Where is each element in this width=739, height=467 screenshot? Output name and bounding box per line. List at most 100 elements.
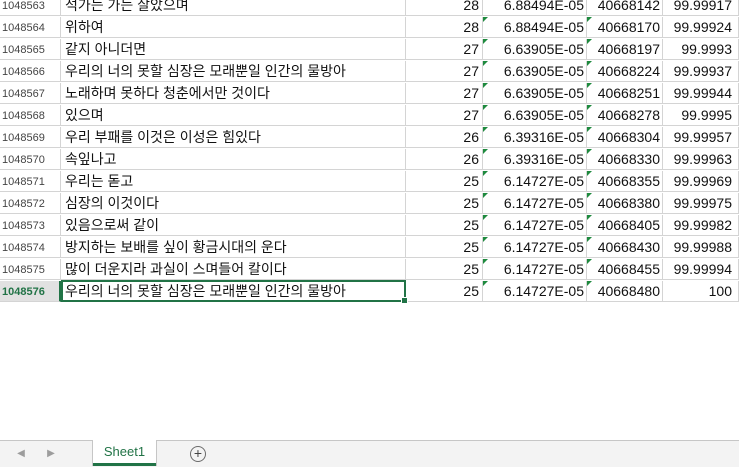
cell-count[interactable]: 27 <box>406 61 483 82</box>
cell-ratio[interactable]: 6.88494E-05 <box>483 0 587 16</box>
empty-cell[interactable] <box>587 325 663 346</box>
empty-cell[interactable] <box>483 347 587 368</box>
empty-cell[interactable] <box>483 369 587 390</box>
error-indicator-icon[interactable] <box>587 171 592 176</box>
cell-ratio[interactable]: 6.39316E-05 <box>483 149 587 170</box>
cell-cumulative[interactable]: 40668405 <box>587 215 663 236</box>
cell-count[interactable]: 25 <box>406 215 483 236</box>
empty-cell[interactable] <box>587 413 663 434</box>
cell-cumulative[interactable]: 40668380 <box>587 193 663 214</box>
cell-percent[interactable]: 100 <box>663 281 739 302</box>
error-indicator-icon[interactable] <box>483 149 488 154</box>
cell-ratio[interactable]: 6.14727E-05 <box>483 171 587 192</box>
row-header[interactable]: 1048572 <box>0 193 61 214</box>
cell-percent[interactable]: 99.99937 <box>663 61 739 82</box>
empty-cell[interactable] <box>663 347 739 368</box>
add-sheet-icon[interactable]: + <box>190 446 206 462</box>
cell-count[interactable]: 27 <box>406 83 483 104</box>
cell-ratio[interactable]: 6.63905E-05 <box>483 39 587 60</box>
empty-cell[interactable] <box>406 413 483 434</box>
cell-count[interactable]: 25 <box>406 281 483 302</box>
cell-ratio[interactable]: 6.14727E-05 <box>483 193 587 214</box>
cell-cumulative[interactable]: 40668224 <box>587 61 663 82</box>
empty-cell[interactable] <box>61 303 406 324</box>
empty-cell[interactable] <box>406 369 483 390</box>
row-header[interactable]: 1048568 <box>0 105 61 126</box>
row-header[interactable]: 1048576 <box>0 281 61 302</box>
cell-cumulative[interactable]: 40668330 <box>587 149 663 170</box>
cell-percent[interactable]: 99.9995 <box>663 105 739 126</box>
cell-text[interactable]: 있음으로써 같이 <box>61 215 406 236</box>
cell-ratio[interactable]: 6.63905E-05 <box>483 61 587 82</box>
row-header[interactable]: 1048565 <box>0 39 61 60</box>
cell-cumulative[interactable]: 40668251 <box>587 83 663 104</box>
cell-count[interactable]: 28 <box>406 0 483 16</box>
empty-cell[interactable] <box>61 325 406 346</box>
cell-ratio[interactable]: 6.88494E-05 <box>483 17 587 38</box>
row-header[interactable]: 1048567 <box>0 83 61 104</box>
empty-cell[interactable] <box>663 303 739 324</box>
cell-text[interactable]: 우리는 돋고 <box>61 171 406 192</box>
cell-cumulative[interactable]: 40668278 <box>587 105 663 126</box>
cell-count[interactable]: 26 <box>406 127 483 148</box>
error-indicator-icon[interactable] <box>587 215 592 220</box>
cell-count[interactable]: 27 <box>406 105 483 126</box>
empty-cell[interactable] <box>61 413 406 434</box>
empty-cell[interactable] <box>406 391 483 412</box>
cell-text[interactable]: 위하여 <box>61 17 406 38</box>
error-indicator-icon[interactable] <box>483 215 488 220</box>
empty-cell[interactable] <box>663 369 739 390</box>
empty-cell[interactable] <box>61 391 406 412</box>
error-indicator-icon[interactable] <box>587 61 592 66</box>
row-header[interactable]: 1048566 <box>0 61 61 82</box>
row-header[interactable]: 1048564 <box>0 17 61 38</box>
empty-cell[interactable] <box>587 391 663 412</box>
cell-ratio[interactable]: 6.14727E-05 <box>483 281 587 302</box>
cell-text[interactable]: 많이 더운지라 과실이 스며들어 칼이다 <box>61 259 406 280</box>
cell-cumulative[interactable]: 40668480 <box>587 281 663 302</box>
cell-percent[interactable]: 99.99917 <box>663 0 739 16</box>
cell-text[interactable]: 우리의 너의 못할 심장은 모래뿐일 인간의 물방아 <box>61 61 406 82</box>
cell-cumulative[interactable]: 40668170 <box>587 17 663 38</box>
cell-cumulative[interactable]: 40668430 <box>587 237 663 258</box>
row-header[interactable]: 1048570 <box>0 149 61 170</box>
row-header[interactable]: 1048574 <box>0 237 61 258</box>
error-indicator-icon[interactable] <box>483 61 488 66</box>
error-indicator-icon[interactable] <box>483 193 488 198</box>
cell-ratio[interactable]: 6.39316E-05 <box>483 127 587 148</box>
empty-cell[interactable] <box>663 391 739 412</box>
cell-count[interactable]: 26 <box>406 149 483 170</box>
error-indicator-icon[interactable] <box>587 237 592 242</box>
empty-cell[interactable] <box>483 413 587 434</box>
cell-cumulative[interactable]: 40668142 <box>587 0 663 16</box>
cell-text[interactable]: 있으며 <box>61 105 406 126</box>
error-indicator-icon[interactable] <box>483 39 488 44</box>
cell-percent[interactable]: 99.9993 <box>663 39 739 60</box>
error-indicator-icon[interactable] <box>483 105 488 110</box>
error-indicator-icon[interactable] <box>587 281 592 286</box>
cell-percent[interactable]: 99.99988 <box>663 237 739 258</box>
error-indicator-icon[interactable] <box>483 127 488 132</box>
empty-cell[interactable] <box>587 303 663 324</box>
error-indicator-icon[interactable] <box>587 127 592 132</box>
error-indicator-icon[interactable] <box>483 281 488 286</box>
cell-text[interactable]: 심장의 이것이다 <box>61 193 406 214</box>
cell-count[interactable]: 25 <box>406 193 483 214</box>
cell-text[interactable]: 노래하며 못하다 청춘에서만 것이다 <box>61 83 406 104</box>
cell-percent[interactable]: 99.99963 <box>663 149 739 170</box>
error-indicator-icon[interactable] <box>483 259 488 264</box>
cell-percent[interactable]: 99.99994 <box>663 259 739 280</box>
row-header[interactable]: 1048573 <box>0 215 61 236</box>
cell-count[interactable]: 25 <box>406 237 483 258</box>
empty-cell[interactable] <box>483 391 587 412</box>
row-header[interactable]: 1048571 <box>0 171 61 192</box>
error-indicator-icon[interactable] <box>587 105 592 110</box>
cell-percent[interactable]: 99.99957 <box>663 127 739 148</box>
cell-percent[interactable]: 99.99944 <box>663 83 739 104</box>
cell-text[interactable]: 속잎나고 <box>61 149 406 170</box>
cell-percent[interactable]: 99.99969 <box>663 171 739 192</box>
cell-text[interactable]: 우리 부패를 이것은 이성은 힘있다 <box>61 127 406 148</box>
error-indicator-icon[interactable] <box>483 17 488 22</box>
row-header[interactable]: 1048569 <box>0 127 61 148</box>
scroll-tabs-left-icon[interactable]: ◀ <box>14 447 28 461</box>
